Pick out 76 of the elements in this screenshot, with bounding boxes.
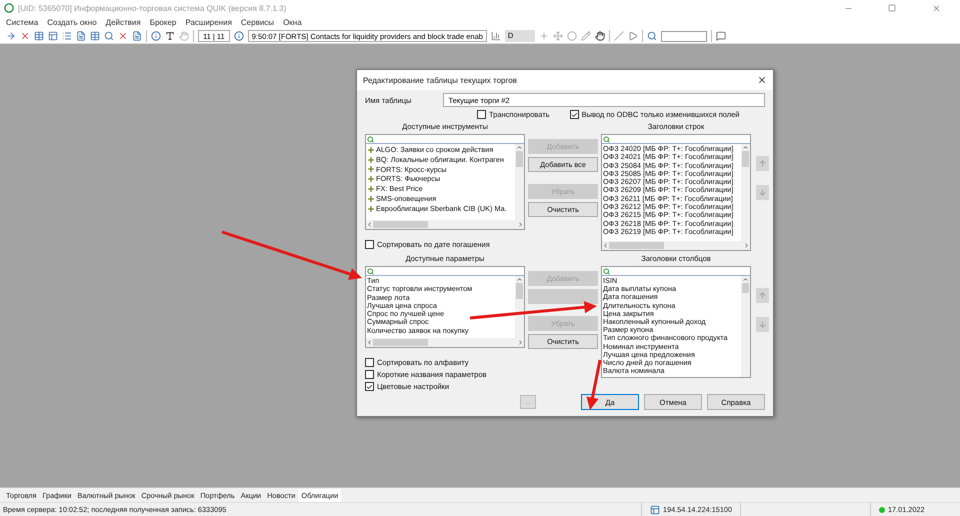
toolbar-icon[interactable] xyxy=(48,31,58,41)
scroll-right-icon[interactable] xyxy=(517,221,524,228)
scroll-left-icon[interactable] xyxy=(366,339,373,346)
scroll-left-icon[interactable] xyxy=(366,221,373,228)
search-icon[interactable] xyxy=(367,136,374,142)
toolbar-icon[interactable] xyxy=(132,31,142,41)
close-icon[interactable] xyxy=(757,75,767,85)
plus-icon xyxy=(367,146,375,154)
vertical-scrollbar[interactable] xyxy=(515,144,524,220)
checkbox[interactable] xyxy=(477,110,486,119)
scroll-right-icon[interactable] xyxy=(517,339,524,346)
scroll-thumb[interactable] xyxy=(516,283,523,299)
toolbar-icon[interactable] xyxy=(76,31,86,41)
vertical-scrollbar[interactable] xyxy=(741,144,750,241)
scroll-thumb[interactable] xyxy=(609,242,664,249)
checkmark-icon xyxy=(366,382,373,390)
connection-dot xyxy=(879,506,885,512)
line-icon[interactable] xyxy=(614,31,624,41)
menu-item[interactable]: Действия xyxy=(106,18,141,27)
info-icon[interactable] xyxy=(234,31,244,41)
checkbox[interactable] xyxy=(365,382,374,391)
toolbar-icon[interactable] xyxy=(62,31,72,41)
hand-icon[interactable] xyxy=(594,31,605,41)
menu-item[interactable]: Окна xyxy=(283,18,302,27)
scroll-up-icon[interactable] xyxy=(516,144,523,151)
menu-item[interactable]: Система xyxy=(6,18,38,27)
checkbox[interactable] xyxy=(365,358,374,367)
search-icon[interactable] xyxy=(603,268,610,274)
checkbox[interactable] xyxy=(365,240,374,249)
search-icon[interactable] xyxy=(646,31,657,41)
toolbar-icon[interactable] xyxy=(20,31,30,41)
pencil-icon[interactable] xyxy=(580,31,591,41)
maximize-icon[interactable] xyxy=(888,4,896,12)
search-icon[interactable] xyxy=(603,136,610,142)
scroll-right-icon[interactable] xyxy=(743,242,750,249)
menu-item[interactable]: Брокер xyxy=(150,18,176,27)
vertical-scrollbar[interactable] xyxy=(515,276,524,338)
search-icon[interactable] xyxy=(367,268,374,274)
toolbar-icon[interactable] xyxy=(118,31,128,41)
scroll-up-icon[interactable] xyxy=(742,276,749,283)
bar-chart-icon[interactable] xyxy=(490,31,501,41)
checkmark-icon xyxy=(570,110,578,118)
checkbox[interactable] xyxy=(365,370,374,379)
scroll-thumb[interactable] xyxy=(516,151,523,167)
scroll-left-icon[interactable] xyxy=(602,242,609,249)
play-icon[interactable] xyxy=(628,31,638,41)
text-icon[interactable] xyxy=(165,31,175,41)
horizontal-scrollbar[interactable] xyxy=(366,338,524,347)
scroll-thumb[interactable] xyxy=(742,151,749,167)
checkbox[interactable] xyxy=(570,110,579,119)
scroll-up-icon[interactable] xyxy=(742,144,749,151)
horizontal-scrollbar[interactable] xyxy=(366,220,524,229)
toolbar-icon[interactable] xyxy=(34,31,44,41)
annotation-arrow xyxy=(586,360,602,410)
circle-icon[interactable] xyxy=(566,31,577,41)
info-icon[interactable] xyxy=(151,31,161,41)
search-field[interactable] xyxy=(660,30,707,42)
scroll-thumb[interactable] xyxy=(373,221,428,228)
window-title: [UID: 5365070] Информационно-торговая система QUIK (версия 8.7.1.3) xyxy=(18,4,286,12)
menu-item[interactable]: Создать окно xyxy=(47,18,97,27)
toolbar-icon[interactable] xyxy=(6,31,16,41)
toolbar-icon[interactable] xyxy=(104,31,114,41)
menu-item[interactable]: Сервисы xyxy=(240,18,274,27)
scroll-thumb[interactable] xyxy=(373,339,428,346)
plus-icon xyxy=(367,204,375,213)
scroll-thumb[interactable] xyxy=(742,283,749,293)
app-logo-icon xyxy=(4,3,14,13)
horizontal-scrollbar[interactable] xyxy=(602,241,750,250)
scroll-up-icon[interactable] xyxy=(516,276,523,283)
comment-icon[interactable] xyxy=(716,31,726,41)
menu-item[interactable]: Расширения xyxy=(185,18,232,27)
dialog-title: Редактирование таблицы текущих торгов xyxy=(363,76,517,84)
toolbar-icon[interactable] xyxy=(90,31,100,41)
plus-icon xyxy=(367,175,375,184)
vertical-scrollbar[interactable] xyxy=(741,276,750,377)
move-icon[interactable] xyxy=(552,31,563,41)
